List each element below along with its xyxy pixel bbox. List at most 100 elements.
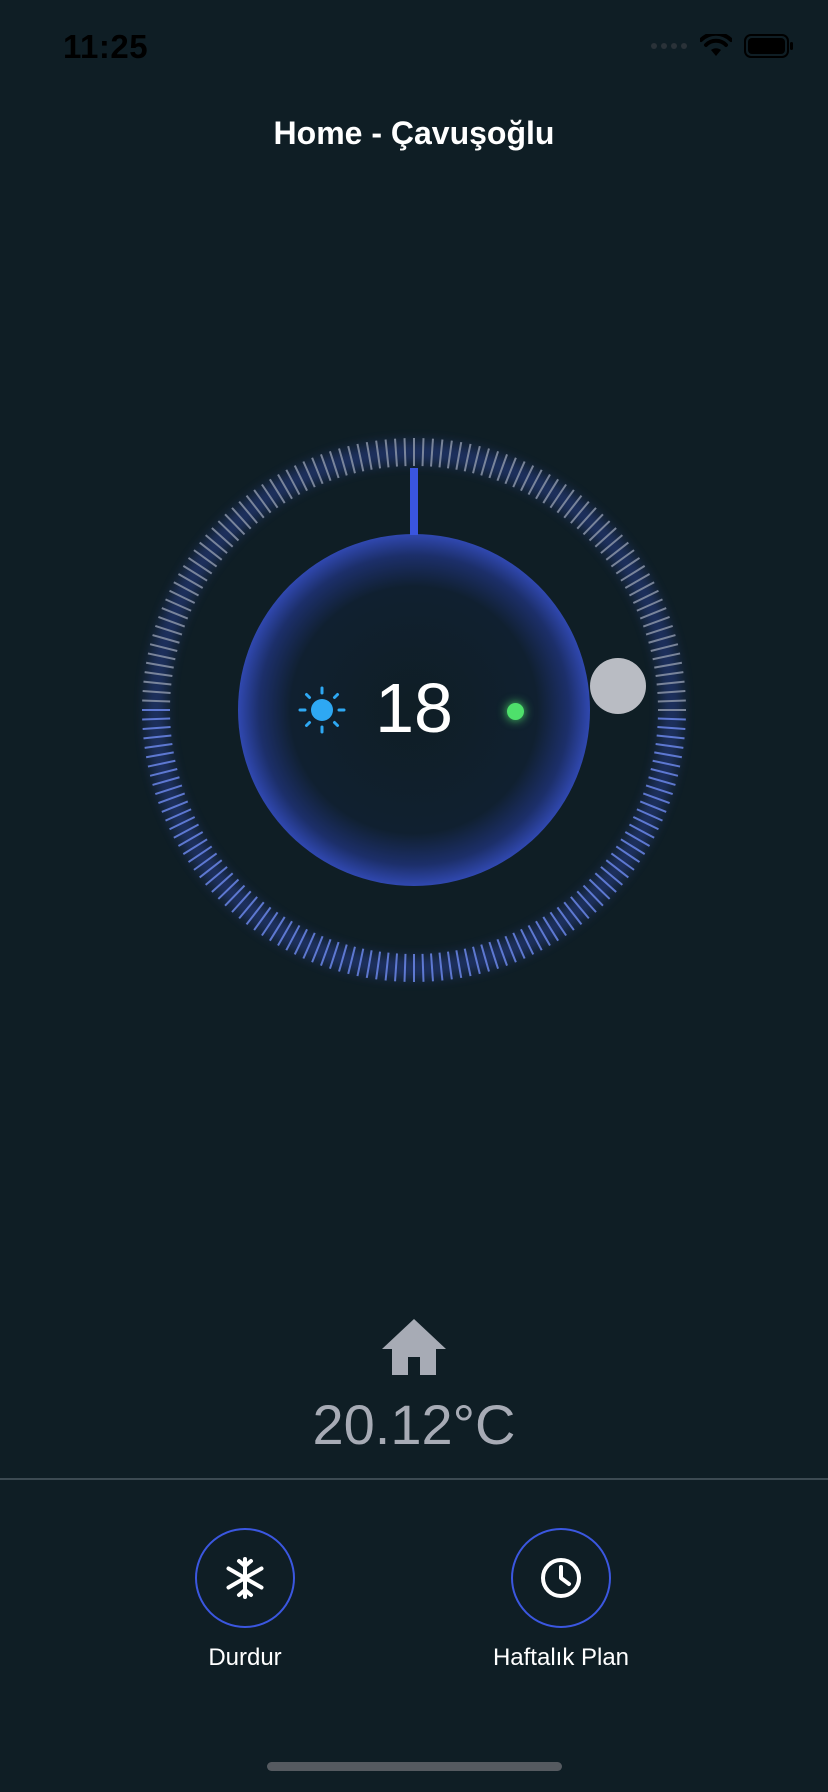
dial-tick	[605, 541, 629, 561]
dial-tick	[347, 946, 356, 975]
snowflake-icon	[226, 1557, 264, 1599]
dial-tick	[648, 634, 676, 644]
dial-tick	[365, 950, 373, 979]
dial-tick	[642, 616, 670, 628]
dial-tick	[384, 952, 390, 981]
page-title: Home - Çavuşoğlu	[273, 115, 555, 151]
status-bar: 11:25	[0, 0, 828, 100]
divider	[0, 1478, 828, 1480]
dial-tick	[142, 717, 171, 721]
dial-tick	[144, 671, 173, 678]
dial-tick	[328, 941, 340, 969]
dial-tick	[224, 884, 246, 907]
dial-tick	[576, 890, 597, 913]
dial-tick	[527, 469, 543, 496]
weekly-plan-button[interactable]	[511, 1528, 611, 1628]
dial-tick	[520, 465, 535, 492]
dial-tick	[177, 831, 204, 847]
dial-knob-handle[interactable]	[590, 658, 646, 714]
dial-tick	[182, 565, 208, 582]
dial-tick	[610, 549, 635, 568]
dial-tick	[472, 445, 481, 474]
dial-tick	[224, 513, 246, 536]
dial-tick	[193, 852, 218, 871]
dial-tick	[650, 768, 679, 777]
home-indicator	[267, 1762, 562, 1771]
dial-tick	[652, 652, 681, 661]
dial-tick	[496, 454, 508, 482]
dial-tick	[238, 896, 258, 920]
dial-tick	[211, 872, 234, 893]
dial-tick	[277, 473, 293, 500]
dial-tick	[147, 652, 176, 661]
dial-tick	[657, 726, 686, 730]
dial-tick	[654, 661, 683, 669]
dial-tick	[628, 581, 655, 597]
dial-tick	[421, 438, 425, 467]
dial-tick	[187, 845, 213, 863]
dial-tick	[204, 534, 228, 554]
dial-tick	[177, 573, 204, 589]
dial-tick	[142, 699, 171, 703]
dial-tick	[293, 928, 308, 955]
dial-tick	[311, 935, 324, 963]
dial-tick	[187, 557, 213, 575]
setpoint-temperature: 18	[375, 669, 453, 747]
dial-tick	[238, 500, 258, 524]
dial-tick	[155, 624, 183, 636]
dial-tick	[158, 616, 186, 628]
dial-tick	[142, 726, 171, 730]
dial-tick	[158, 792, 186, 804]
dial-tick	[563, 495, 583, 519]
dial-tick	[642, 792, 670, 804]
dial-tick	[455, 441, 463, 470]
dial-tick	[269, 478, 286, 504]
dial-tick	[535, 920, 551, 947]
dial-tick	[356, 948, 365, 977]
battery-icon	[744, 34, 793, 58]
dial-tick	[285, 469, 301, 496]
action-weekly-plan: Haftalık Plan	[451, 1528, 671, 1672]
status-dot	[507, 703, 524, 720]
dial-tick	[403, 953, 407, 982]
dial-tick	[161, 607, 189, 620]
dial-tick	[472, 946, 481, 975]
dial-tick	[155, 784, 183, 796]
current-temperature: 20.12°C	[312, 1393, 516, 1456]
dial-tick	[217, 878, 240, 900]
sun-icon	[298, 686, 346, 734]
dial-tick	[512, 932, 526, 959]
dial-tick	[520, 928, 535, 955]
dial-tick	[147, 759, 176, 768]
dial-tick	[394, 953, 398, 982]
dial-tick	[645, 624, 673, 636]
dial-tick	[328, 451, 340, 479]
dial-tick	[600, 866, 624, 886]
dial-tick	[632, 589, 659, 604]
dial-tick	[143, 734, 172, 740]
dial-tick	[639, 800, 667, 813]
dial-tick	[594, 872, 617, 893]
dial-top-marker	[410, 468, 418, 535]
dial-tick	[620, 838, 646, 855]
dial-tick	[488, 941, 500, 969]
dial-tick	[527, 924, 543, 951]
dial-tick	[149, 643, 178, 652]
clock-icon	[541, 1558, 581, 1598]
dial-tick	[657, 717, 686, 721]
status-icons	[650, 34, 794, 58]
dial-tick	[512, 461, 526, 488]
dial-tick	[253, 906, 272, 931]
dial-tick	[293, 465, 308, 492]
dial-tick	[261, 483, 279, 509]
dial-tick	[463, 443, 472, 472]
dial-tick	[320, 938, 332, 966]
dial-tick	[199, 541, 223, 561]
stop-button[interactable]	[195, 1528, 295, 1628]
dial-tick	[311, 457, 324, 485]
dial-tick	[446, 951, 453, 980]
dial-tick	[277, 920, 293, 947]
dial-tick	[144, 742, 173, 749]
dial-tick	[636, 808, 663, 822]
dial-tick	[430, 438, 434, 467]
